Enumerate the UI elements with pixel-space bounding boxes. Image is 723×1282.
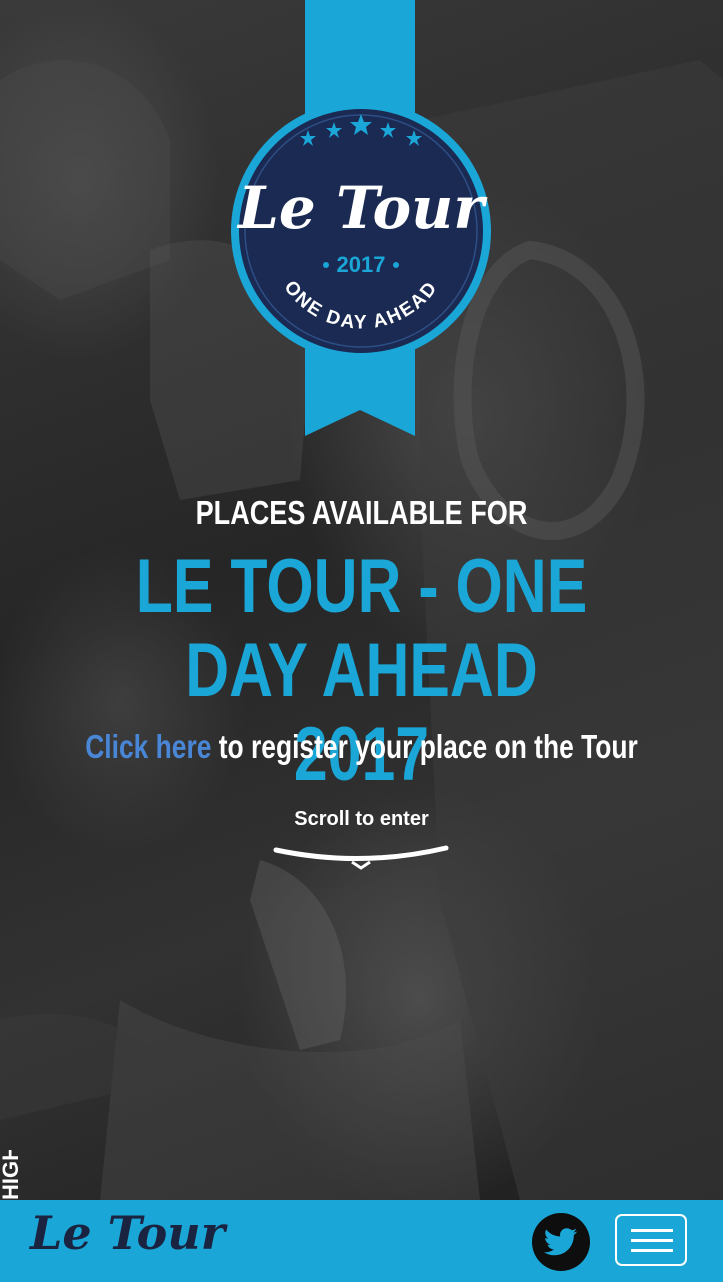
chevron-down-icon[interactable] — [272, 842, 450, 872]
headline-small: PLACES AVAILABLE FOR — [195, 494, 528, 531]
hamburger-menu-button[interactable] — [615, 1214, 687, 1266]
le-tour-badge-logo: Le Tour 2017 ONE DAY AHEAD — [231, 101, 491, 361]
scroll-to-enter-label[interactable]: Scroll to enter — [0, 808, 723, 831]
side-tab[interactable]: HIGH — [0, 1150, 22, 1200]
register-line: Click here to register your place on the… — [72, 728, 650, 766]
register-link[interactable]: Click here — [85, 728, 211, 765]
twitter-button[interactable] — [532, 1213, 590, 1271]
register-text: to register your place on the Tour — [211, 728, 638, 765]
twitter-bird-icon — [544, 1228, 578, 1256]
footer-logo[interactable]: Le Tour — [30, 1206, 225, 1260]
badge-brand-text: Le Tour — [236, 174, 488, 242]
footer-bar: Le Tour — [0, 1200, 723, 1282]
badge-year: 2017 — [337, 252, 386, 277]
hero-section: Le Tour 2017 ONE DAY AHEAD PLACES AVAILA… — [0, 0, 723, 1200]
